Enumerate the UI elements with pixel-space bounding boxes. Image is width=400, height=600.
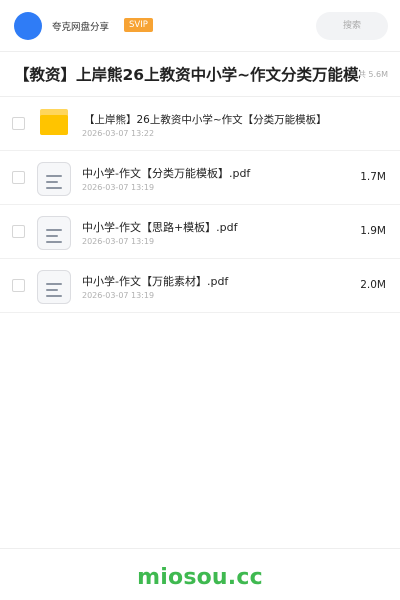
list-item[interactable]: 【上岸熊】26上教资中小学~作文【分类万能模板】 2026-03-07 13:2… — [0, 97, 400, 151]
file-size: 1.7M — [360, 171, 386, 183]
file-name[interactable]: 中小学-作文【万能素材】.pdf — [82, 273, 228, 289]
file-name[interactable]: 【上岸熊】26上教资中小学~作文【分类万能模板】 — [84, 112, 327, 127]
pdf-document-icon — [37, 270, 71, 304]
file-size: 1.9M — [360, 225, 386, 237]
file-name[interactable]: 中小学-作文【思路+模板】.pdf — [82, 219, 238, 235]
file-name[interactable]: 中小学-作文【分类万能模板】.pdf — [82, 165, 250, 181]
search-box[interactable] — [316, 12, 388, 40]
avatar[interactable] — [14, 12, 42, 40]
list-item[interactable]: 中小学-作文【思路+模板】.pdf 2026-03-07 13:19 1.9M — [0, 205, 400, 259]
user-name: 夸克网盘分享 — [52, 22, 110, 33]
list-item[interactable]: 中小学-作文【分类万能模板】.pdf 2026-03-07 13:19 1.7M — [0, 151, 400, 205]
file-size: 2.0M — [360, 279, 386, 291]
row-checkbox[interactable] — [12, 225, 25, 238]
header-bar: 夸克网盘分享 SVIP — [0, 0, 400, 52]
file-date: 2026-03-07 13:19 — [82, 237, 155, 246]
svip-badge: SVIP — [124, 18, 153, 32]
row-checkbox[interactable] — [12, 279, 25, 292]
list-item[interactable]: 中小学-作文【万能素材】.pdf 2026-03-07 13:19 2.0M — [0, 259, 400, 313]
file-date: 2026-03-07 13:19 — [82, 291, 155, 300]
row-checkbox[interactable] — [12, 171, 25, 184]
file-list: 【上岸熊】26上教资中小学~作文【分类万能模板】 2026-03-07 13:2… — [0, 97, 400, 313]
search-input[interactable] — [316, 12, 388, 40]
site-watermark: miosou.cc — [137, 565, 263, 590]
pdf-document-icon — [37, 162, 71, 196]
share-title-bar: 共 5.6M 【教资】上岸熊26上教资中小学~作文分类万能模板 — [0, 52, 400, 97]
file-date: 2026-03-07 13:22 — [82, 129, 155, 138]
file-date: 2026-03-07 13:19 — [82, 183, 155, 192]
footer: miosou.cc — [0, 548, 400, 600]
page-title: 【教资】上岸熊26上教资中小学~作文分类万能模板 — [14, 65, 360, 85]
total-size: 共 5.6M — [357, 70, 388, 79]
row-checkbox[interactable] — [12, 117, 25, 130]
pdf-document-icon — [37, 216, 71, 250]
folder-icon — [36, 108, 72, 142]
